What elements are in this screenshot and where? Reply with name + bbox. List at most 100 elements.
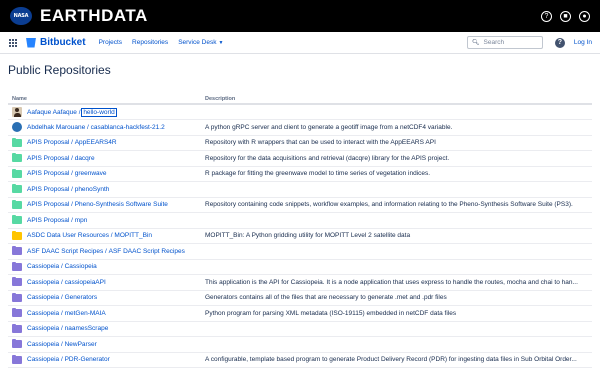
repo-link[interactable]: mpn — [75, 217, 88, 224]
project-link[interactable]: Cassiopeia — [27, 356, 59, 363]
project-link[interactable]: Abdelhak Marouane — [27, 124, 85, 131]
project-avatar-icon — [12, 184, 22, 194]
earthdata-header: NASA EARTHDATA ? ■ ● — [0, 0, 600, 32]
project-link[interactable]: Cassiopeia — [27, 310, 59, 317]
project-avatar-icon — [12, 339, 22, 349]
app-switcher-icon[interactable] — [9, 38, 17, 47]
repo-link[interactable]: dacqre — [75, 155, 95, 162]
repo-link[interactable]: Pheno-Synthesis Software Suite — [75, 201, 168, 208]
project-link[interactable]: Cassiopeia — [27, 294, 59, 301]
search-input[interactable]: 🔍︎ Search — [466, 36, 543, 49]
repo-link[interactable]: NewParser — [65, 341, 97, 348]
repo-name-cell: Abdelhak Marouane / casablanca-hackfest-… — [8, 119, 205, 136]
repo-description: R package for fitting the greenwave mode… — [205, 166, 592, 182]
repo-link[interactable]: hello-world — [81, 107, 117, 117]
bitbucket-name: Bitbucket — [40, 37, 86, 48]
repo-link[interactable]: MOPITT_Bin — [114, 232, 152, 239]
repo-link[interactable]: PDR-Generator — [65, 356, 110, 363]
repo-link[interactable]: casablanca-hackfest-21.2 — [91, 124, 165, 131]
repo-link[interactable]: AppEEARS4R — [75, 139, 117, 146]
repo-name: Cassiopeia / cassiopeiaAPI — [12, 277, 205, 287]
project-link[interactable]: APIS Proposal — [27, 201, 69, 208]
repo-description: Repository with R wrappers that can be u… — [205, 135, 592, 151]
project-avatar-icon — [12, 230, 22, 240]
brand-rest: DATA — [101, 6, 148, 25]
project-link[interactable]: APIS Proposal — [27, 186, 69, 193]
repo-description: Repository containing code snippets, wor… — [205, 197, 592, 213]
project-link[interactable]: APIS Proposal — [27, 217, 69, 224]
table-row: APIS Proposal / phenoSynth — [8, 181, 592, 198]
project-avatar-icon — [12, 153, 22, 163]
nav-service-desk-label: Service Desk — [178, 39, 217, 46]
repo-name-cell: Cassiopeia / PDR-Generator — [8, 352, 205, 368]
nav-projects[interactable]: Projects — [99, 39, 122, 46]
repo-description — [205, 212, 592, 229]
earthdata-brand[interactable]: EARTHDATA — [40, 6, 148, 26]
repo-name: Cassiopeia / metGen-MAIA — [12, 308, 205, 318]
table-header-row: Name Description — [8, 94, 592, 105]
repo-link[interactable]: greenwave — [75, 170, 107, 177]
table-row: APIS Proposal / mpn — [8, 212, 592, 229]
help-icon[interactable]: ? — [541, 10, 552, 22]
project-link[interactable]: Aafaque Aafaque — [27, 109, 77, 116]
repo-description: A python gRPC server and client to gener… — [205, 119, 592, 136]
repo-name-cell: Cassiopeia / Generators — [8, 290, 205, 306]
repo-link[interactable]: naamesScrape — [65, 325, 109, 332]
repo-link[interactable]: phenoSynth — [75, 186, 110, 193]
repo-name-cell: Cassiopeia / cassiopeiaAPI — [8, 274, 205, 291]
project-avatar-icon — [12, 246, 22, 256]
repo-name: Cassiopeia / naamesScrape — [12, 323, 205, 333]
project-link[interactable]: APIS Proposal — [27, 170, 69, 177]
project-avatar-icon — [12, 215, 22, 225]
repo-link[interactable]: metGen-MAIA — [65, 310, 106, 317]
repo-name-cell: APIS Proposal / Pheno-Synthesis Software… — [8, 197, 205, 213]
nav-service-desk[interactable]: Service Desk ▼ — [178, 39, 223, 46]
project-avatar-icon — [12, 137, 22, 147]
table-row: Cassiopeia / NewParser — [8, 336, 592, 353]
table-row: Abdelhak Marouane / casablanca-hackfest-… — [8, 119, 592, 136]
repo-description: This application is the API for Cassiope… — [205, 274, 592, 291]
bb-help-icon[interactable]: ? — [554, 37, 565, 48]
nasa-logo[interactable]: NASA — [10, 7, 32, 25]
project-link[interactable]: Cassiopeia — [27, 325, 59, 332]
project-link[interactable]: Cassiopeia — [27, 263, 59, 270]
user-icon[interactable]: ● — [579, 10, 590, 22]
table-row: ASF DAAC Script Recipes / ASF DAAC Scrip… — [8, 243, 592, 260]
repo-link[interactable]: Generators — [65, 294, 98, 301]
project-avatar-icon — [12, 277, 22, 287]
project-avatar-icon — [12, 354, 22, 364]
repo-name: APIS Proposal / mpn — [12, 215, 205, 225]
project-avatar-icon — [12, 323, 22, 333]
table-row: APIS Proposal / greenwave R package for f… — [8, 166, 592, 182]
repo-name-cell: Cassiopeia / naamesScrape — [8, 321, 205, 337]
login-link[interactable]: Log In — [574, 39, 592, 46]
project-link[interactable]: Cassiopeia — [27, 341, 59, 348]
project-link[interactable]: ASF DAAC Script Recipes — [27, 248, 103, 255]
repo-description — [205, 321, 592, 337]
repo-name-cell: Cassiopeia / Cassiopeia — [8, 259, 205, 275]
repo-link[interactable]: ASF DAAC Script Recipes — [109, 248, 185, 255]
project-link[interactable]: ASDC Data User Resources — [27, 232, 109, 239]
repo-name-cell: ASDC Data User Resources / MOPITT_Bin — [8, 228, 205, 244]
repo-name-cell: APIS Proposal / dacqre — [8, 150, 205, 167]
nasa-logo-text: NASA — [13, 13, 29, 19]
column-name-header: Name — [8, 94, 205, 105]
repo-name: Cassiopeia / Generators — [12, 292, 205, 302]
nav-repositories[interactable]: Repositories — [132, 39, 168, 46]
repo-description: Generators contains all of the files tha… — [205, 290, 592, 306]
table-row: Cassiopeia / PDR-Generator A configurable… — [8, 352, 592, 368]
search-icon: 🔍︎ — [471, 40, 480, 46]
project-link[interactable]: APIS Proposal — [27, 139, 69, 146]
repo-description: MOPITT_Bin: A Python gridding utility fo… — [205, 228, 592, 244]
repo-link[interactable]: Cassiopeia — [65, 263, 97, 270]
project-link[interactable]: Cassiopeia — [27, 279, 59, 286]
notification-icon[interactable]: ■ — [560, 10, 571, 22]
project-link[interactable]: APIS Proposal — [27, 155, 69, 162]
repo-description — [205, 259, 592, 275]
repo-name-cell: APIS Proposal / phenoSynth — [8, 181, 205, 198]
project-avatar-icon — [12, 292, 22, 302]
search-placeholder: Search — [483, 39, 505, 46]
bitbucket-logo[interactable]: Bitbucket — [26, 37, 86, 48]
repo-link[interactable]: cassiopeiaAPI — [65, 279, 106, 286]
column-description-header: Description — [205, 94, 592, 105]
